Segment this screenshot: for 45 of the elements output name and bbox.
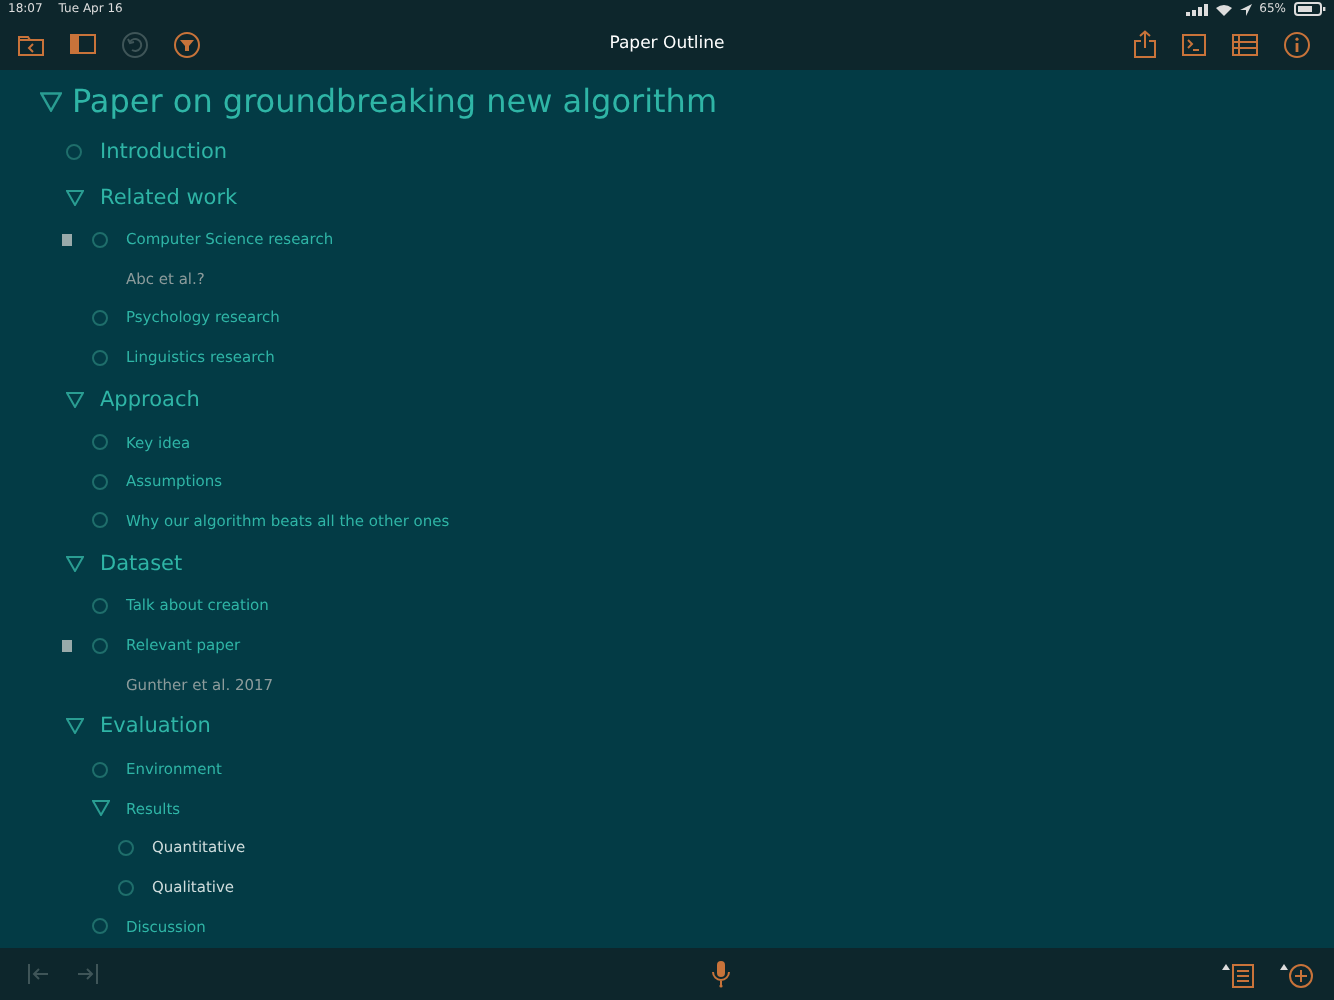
outline-item[interactable]: Dataset [100, 551, 183, 576]
undo-icon[interactable] [122, 31, 148, 57]
wifi-icon [1215, 3, 1232, 15]
bullet-icon[interactable] [92, 473, 108, 490]
collapse-triangle-icon[interactable] [66, 718, 84, 735]
bullet-icon[interactable] [92, 349, 108, 366]
microphone-icon[interactable] [711, 960, 729, 988]
collapse-triangle-icon[interactable] [66, 189, 84, 205]
battery-icon [1294, 2, 1326, 16]
location-icon [1239, 3, 1252, 15]
collapse-triangle-icon[interactable] [40, 91, 62, 111]
bullet-icon[interactable] [92, 597, 108, 614]
bullet-icon[interactable] [92, 637, 108, 654]
terminal-icon[interactable] [1182, 33, 1206, 55]
list-view-icon[interactable] [1232, 33, 1258, 55]
outline-item[interactable]: Evaluation [100, 714, 211, 739]
note-indicator [61, 639, 71, 652]
outline-item[interactable]: Introduction [100, 139, 228, 163]
bullet-icon[interactable] [92, 761, 108, 778]
collapse-triangle-icon[interactable] [66, 555, 84, 572]
indent-icon[interactable] [76, 964, 98, 984]
bullet-icon[interactable] [118, 879, 134, 896]
collapse-triangle-icon[interactable] [66, 391, 84, 408]
info-icon[interactable] [1284, 31, 1310, 57]
collapse-triangle-icon[interactable] [92, 800, 110, 817]
bullet-icon[interactable] [92, 434, 108, 451]
bullet-icon[interactable] [92, 309, 108, 326]
bullet-icon[interactable] [92, 918, 108, 935]
bullet-icon[interactable] [118, 839, 134, 856]
signal-icon [1185, 3, 1208, 15]
folder-back-icon[interactable] [18, 33, 44, 55]
sidebar-icon[interactable] [70, 34, 96, 54]
outline-item[interactable]: Related work [100, 185, 238, 209]
add-row-icon[interactable] [1280, 961, 1314, 987]
share-icon[interactable] [1134, 30, 1156, 58]
outdent-icon[interactable] [28, 964, 50, 984]
add-note-icon[interactable] [1222, 961, 1254, 987]
outline-item[interactable]: Approach [100, 387, 200, 412]
filter-icon[interactable] [174, 31, 200, 57]
bullet-icon[interactable] [92, 512, 108, 529]
outline-item[interactable]: Paper on groundbreaking new algorithm [72, 82, 718, 120]
note-indicator [61, 233, 71, 246]
window-title: Paper Outline [609, 34, 725, 54]
bullet-icon[interactable] [66, 143, 82, 159]
bullet-icon[interactable] [92, 231, 108, 248]
